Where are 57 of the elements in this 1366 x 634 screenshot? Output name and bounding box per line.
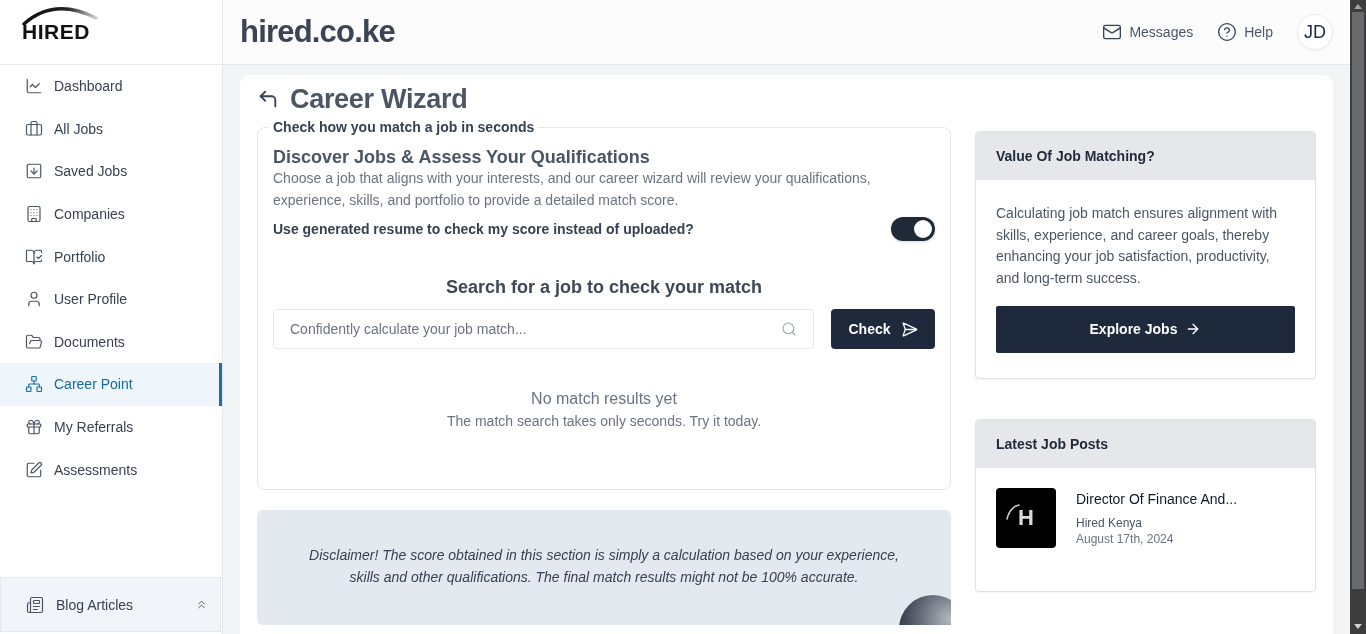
search-field[interactable]: Confidently calculate your job match... bbox=[273, 309, 814, 349]
toggle-switch[interactable] bbox=[891, 217, 935, 241]
sidebar-item[interactable]: Companies bbox=[0, 192, 222, 236]
back-arrow-icon[interactable] bbox=[257, 88, 279, 110]
folder-icon bbox=[25, 332, 43, 351]
disclaimer-text: Disclaimer! The score obtained in this section is simply a calculation based on your experience, skills and other qualifications. The final match results might not be 100% accurate. bbox=[308, 546, 900, 587]
help-icon bbox=[1217, 22, 1238, 42]
explore-jobs-button[interactable]: Explore Jobs bbox=[996, 305, 1295, 353]
header-link[interactable]: Messages bbox=[1102, 22, 1194, 42]
card-header: Value Of Job Matching? bbox=[976, 132, 1315, 180]
sidebar-item[interactable]: Dashboard bbox=[0, 65, 222, 108]
user-icon bbox=[25, 290, 43, 309]
scrollbar[interactable] bbox=[1350, 0, 1366, 634]
blog-articles-button[interactable]: Blog Articles bbox=[0, 577, 221, 632]
pen-square-icon bbox=[25, 460, 43, 479]
header-link[interactable]: Help bbox=[1217, 22, 1273, 42]
briefcase-icon bbox=[25, 119, 43, 138]
user-avatar[interactable]: JD bbox=[1297, 14, 1333, 50]
hired-logo: HIRED bbox=[22, 5, 98, 41]
empty-state-message: The match search takes only seconds. Try it today. bbox=[445, 412, 763, 431]
sidebar-item[interactable]: Portfolio bbox=[0, 235, 222, 278]
mail-icon bbox=[1102, 22, 1123, 42]
download-box-icon bbox=[25, 162, 43, 181]
check-button[interactable]: Check bbox=[831, 309, 935, 349]
panel-legend: Check how you match a job in seconds bbox=[269, 117, 539, 137]
sidebar-item[interactable]: Documents bbox=[0, 320, 222, 364]
scroll-down-arrow-icon[interactable] bbox=[1354, 624, 1362, 629]
sidebar-item[interactable]: Career Point bbox=[0, 363, 222, 406]
post-date: August 17th, 2024 bbox=[1076, 530, 1175, 547]
book-check-icon bbox=[25, 247, 43, 266]
search-heading: Search for a job to check your match bbox=[444, 276, 764, 299]
page-title: Career Wizard bbox=[290, 83, 468, 115]
sidebar-item[interactable]: Assessments bbox=[0, 448, 222, 491]
job-title-link[interactable]: Director Of Finance And... bbox=[1076, 489, 1238, 508]
site-title: hired.co.ke bbox=[240, 14, 395, 50]
sidebar-item[interactable]: Saved Jobs bbox=[0, 150, 222, 193]
company-name: Hired Kenya bbox=[1076, 514, 1144, 531]
chevrons-up-icon bbox=[195, 598, 208, 611]
panel-heading: Discover Jobs & Assess Your Qualifications bbox=[273, 146, 651, 169]
scroll-up-arrow-icon[interactable] bbox=[1354, 4, 1362, 9]
sidebar-item[interactable]: User Profile bbox=[0, 277, 222, 321]
toggle-label: Use generated resume to check my score instead of uploaded? bbox=[273, 221, 694, 237]
card-header: Latest Job Posts bbox=[976, 419, 1315, 468]
empty-state-title: No match results yet bbox=[530, 389, 678, 409]
newspaper-icon bbox=[26, 595, 44, 614]
sidebar-item[interactable]: My Referrals bbox=[0, 405, 222, 449]
scrollbar-thumb[interactable] bbox=[1352, 12, 1364, 589]
building-icon bbox=[25, 205, 43, 224]
hierarchy-icon bbox=[25, 375, 43, 394]
send-icon bbox=[900, 320, 918, 338]
search-icon bbox=[781, 321, 797, 337]
card-body-text: Calculating job match ensures alignment with skills, experience, and career goals, thereby enhancing your job satisfaction, productivity, and long-term success. bbox=[996, 204, 1278, 289]
company-logo: H bbox=[996, 487, 1056, 548]
panel-description: Choose a job that aligns with your interests, and our career wizard will review your qualifications, experience, skills, and portfolio to provide a detailed match score. bbox=[273, 169, 872, 210]
line-chart-icon bbox=[25, 77, 43, 96]
gift-icon bbox=[25, 418, 43, 437]
sidebar-item[interactable]: All Jobs bbox=[0, 107, 222, 151]
